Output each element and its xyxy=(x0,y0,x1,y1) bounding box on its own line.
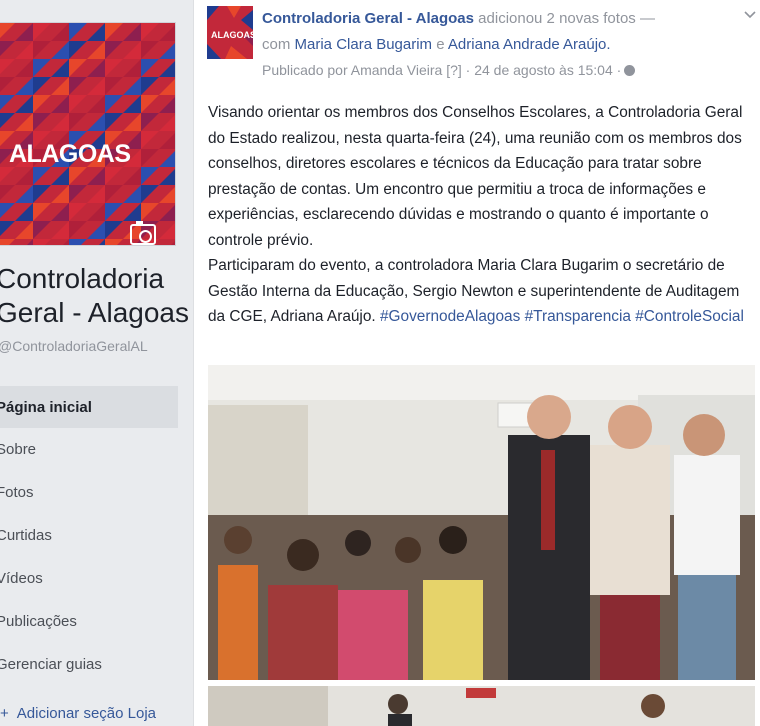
post-message: Visando orientar os membros dos Conselho… xyxy=(208,100,753,330)
post-card: ALAGOAS Controladoria Geral - Alagoas ad… xyxy=(193,0,760,726)
chevron-down-icon[interactable] xyxy=(744,8,756,20)
nav-item-videos[interactable]: Vídeos xyxy=(0,557,178,600)
add-shop-section-link[interactable]: + Adicionar seção Loja xyxy=(0,705,156,722)
post-avatar[interactable]: ALAGOAS xyxy=(207,6,253,59)
photo-meeting-scene xyxy=(208,365,755,680)
hashtag-governo[interactable]: #GovernodeAlagoas xyxy=(380,308,520,325)
post-action-text: adicionou 2 novas fotos — xyxy=(478,10,655,27)
nav-item-photos[interactable]: Fotos xyxy=(0,471,178,514)
tag-maria-clara[interactable]: Maria Clara Bugarim xyxy=(295,36,433,53)
nav-item-about[interactable]: Sobre xyxy=(0,428,178,471)
add-shop-label: Adicionar seção Loja xyxy=(16,705,157,722)
with-prefix: com xyxy=(262,36,291,53)
post-header-line2: com Maria Clara Bugarim e Adriana Andrad… xyxy=(262,36,611,53)
left-column: ALAGOAS Controladoria Geral - Alagoas @C… xyxy=(0,0,192,726)
page-handle: @ControladoriaGeralAL xyxy=(0,338,148,354)
hashtag-transparencia[interactable]: #Transparencia xyxy=(525,308,631,325)
page-nav: Página inicial Sobre Fotos Curtidas Víde… xyxy=(0,386,178,686)
page-title-line1: Controladoria xyxy=(0,263,165,294)
post-paragraph-1: Visando orientar os membros dos Conselho… xyxy=(208,104,743,249)
camera-icon[interactable] xyxy=(130,221,156,245)
post-author-link[interactable]: Controladoria Geral - Alagoas xyxy=(262,10,474,27)
globe-icon xyxy=(624,65,636,76)
post-meta: Publicado por Amanda Vieira [?] · 24 de … xyxy=(262,62,636,78)
nav-item-posts[interactable]: Publicações xyxy=(0,600,178,643)
and-text: e xyxy=(436,36,445,53)
post-paragraph-2: Participaram do evento, a controladora M… xyxy=(208,253,753,330)
avatar-logo-text: ALAGOAS xyxy=(211,30,253,40)
page-cover-photo[interactable]: ALAGOAS xyxy=(0,22,176,246)
nav-item-manage-tabs[interactable]: Gerenciar guias xyxy=(0,643,178,686)
post-header-line1: Controladoria Geral - Alagoas adicionou … xyxy=(262,10,655,27)
photo-second-scene xyxy=(208,686,755,726)
page-title-line2: Geral - Alagoas xyxy=(0,297,189,328)
plus-icon: + xyxy=(0,705,9,722)
tag-adriana[interactable]: Adriana Andrade Araújo. xyxy=(448,36,611,53)
cover-logo-text: ALAGOAS xyxy=(9,140,131,168)
nav-item-likes[interactable]: Curtidas xyxy=(0,514,178,557)
cover-pattern xyxy=(0,23,175,245)
hashtag-controle-social[interactable]: #ControleSocial xyxy=(635,308,744,325)
post-photo-1[interactable] xyxy=(208,365,755,680)
nav-item-home[interactable]: Página inicial xyxy=(0,386,178,428)
post-photo-2[interactable] xyxy=(208,686,755,726)
page-title[interactable]: Controladoria Geral - Alagoas xyxy=(0,262,192,330)
published-by-text[interactable]: Publicado por Amanda Vieira [?] · 24 de … xyxy=(262,62,621,78)
